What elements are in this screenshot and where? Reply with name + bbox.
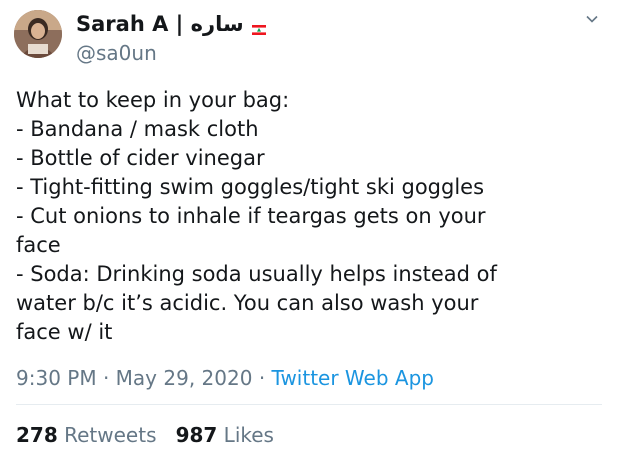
tweet-text-line: - Cut onions to inhale if teargas gets o… bbox=[16, 204, 486, 228]
chevron-down-icon[interactable] bbox=[585, 10, 599, 23]
tweet-text-line: - Bottle of cider vinegar bbox=[16, 146, 265, 170]
meta-separator: · bbox=[258, 366, 266, 390]
tweet-stats: 278 Retweets 987 Likes bbox=[16, 420, 274, 450]
author-display-name[interactable]: Sarah A | ساره bbox=[76, 12, 244, 36]
meta-separator: · bbox=[102, 366, 110, 390]
tweet-text-line: - Soda: Drinking soda usually helps inst… bbox=[16, 262, 497, 286]
retweets-stat[interactable]: 278 Retweets bbox=[16, 423, 156, 447]
divider bbox=[16, 404, 602, 405]
tweet-metadata: 9:30 PM · May 29, 2020 · Twitter Web App bbox=[16, 363, 434, 393]
tweet-text-line: - Bandana / mask cloth bbox=[16, 117, 259, 141]
likes-count: 987 bbox=[175, 423, 218, 447]
author-name-row[interactable]: Sarah A | ساره bbox=[76, 10, 266, 38]
retweets-label: Retweets bbox=[64, 423, 157, 447]
avatar-photo bbox=[14, 10, 62, 58]
tweet-date[interactable]: May 29, 2020 bbox=[116, 366, 253, 390]
avatar[interactable] bbox=[14, 10, 62, 58]
tweet-source-link[interactable]: Twitter Web App bbox=[272, 366, 434, 390]
tweet-text-line: What to keep in your bag: bbox=[16, 88, 290, 112]
likes-stat[interactable]: 987 Likes bbox=[176, 423, 274, 447]
lebanon-flag-icon bbox=[251, 20, 266, 35]
tweet-text-line: face bbox=[16, 233, 61, 257]
author-handle[interactable]: @sa0un bbox=[76, 41, 157, 65]
tweet-text-line: water b/c it’s acidic. You can also wash… bbox=[16, 291, 479, 315]
tweet-card: Sarah A | ساره @sa0un What to keep in yo… bbox=[0, 0, 618, 462]
tweet-text: What to keep in your bag: - Bandana / ma… bbox=[16, 86, 612, 347]
tweet-time[interactable]: 9:30 PM bbox=[16, 366, 97, 390]
tweet-text-line: face w/ it bbox=[16, 320, 113, 344]
tweet-text-line: - Tight-fitting swim goggles/tight ski g… bbox=[16, 175, 485, 199]
retweets-count: 278 bbox=[16, 423, 58, 447]
likes-label: Likes bbox=[223, 423, 274, 447]
